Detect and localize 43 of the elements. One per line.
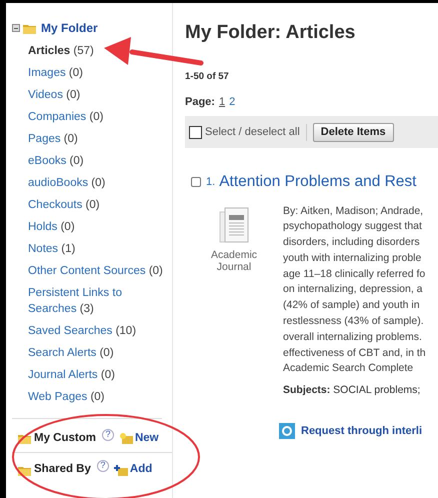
request-link[interactable]: Request through interli: [301, 423, 422, 440]
sidebar-item[interactable]: audioBooks (0): [28, 172, 168, 194]
sidebar-item[interactable]: Persistent Links to Searches (3): [28, 282, 168, 320]
section-label: Shared By: [34, 462, 91, 478]
sidebar-item[interactable]: Search Alerts (0): [28, 342, 168, 364]
result-count: 1-50 of 57: [185, 70, 230, 84]
interlibrary-icon: [279, 423, 295, 440]
sidebar-item[interactable]: Images (0): [28, 62, 168, 84]
sidebar-item[interactable]: Holds (0): [28, 216, 168, 238]
page-label: Page:: [185, 94, 215, 110]
page-link[interactable]: 2: [229, 94, 236, 110]
help-icon[interactable]: ?: [102, 428, 114, 440]
folder-icon: [23, 22, 36, 34]
document-icon: [219, 206, 249, 244]
page-title: My Folder: Articles: [185, 21, 356, 45]
document-type: Academic Journal: [210, 248, 258, 272]
delete-button[interactable]: Delete Items: [312, 122, 394, 142]
result-title-link[interactable]: Attention Problems and Rest: [219, 170, 416, 194]
sidebar-item[interactable]: Videos (0): [28, 84, 168, 106]
sidebar-item[interactable]: Notes (1): [28, 238, 168, 260]
page-link[interactable]: 1: [218, 94, 226, 110]
sidebar-item[interactable]: Articles (57): [28, 40, 168, 62]
add-folder-icon: [114, 464, 128, 476]
select-all-checkbox[interactable]: Select / deselect all: [189, 124, 307, 140]
collapse-toggle[interactable]: [12, 24, 20, 32]
sidebar-item[interactable]: Saved Searches (10): [28, 320, 168, 342]
section-label: My Custom: [34, 430, 96, 446]
sidebar-item[interactable]: Checkouts (0): [28, 194, 168, 216]
sidebar-item[interactable]: Journal Alerts (0): [28, 364, 168, 386]
sidebar-item[interactable]: Other Content Sources (0): [28, 260, 168, 282]
folder-link[interactable]: My Folder: [41, 19, 98, 37]
sidebar-item[interactable]: Web Pages (0): [28, 386, 168, 408]
subjects-text: Subjects: SOCIAL problems;: [283, 383, 422, 398]
sidebar-item[interactable]: Companies (0): [28, 106, 168, 128]
result-checkbox[interactable]: [191, 176, 201, 187]
result-number: 1.: [206, 174, 216, 190]
help-icon[interactable]: ?: [96, 460, 109, 472]
abstract-text: By: Aitken, Madison; Andrade, psychopathology suggest that disorders, including disorders youth with internalizing proble age 11–18 clinically referred fo on internalizing, depression, a (42% of sample) and youth in restlessness (43% of sample). overall internalizing problems. effectiveness of CBT and, in th Academic Search Complete: [283, 204, 426, 376]
sidebar-item[interactable]: eBooks (0): [28, 150, 168, 172]
sidebar-item[interactable]: Pages (0): [28, 128, 168, 150]
new-folder-icon: [118, 433, 133, 444]
add-link[interactable]: Add: [114, 461, 152, 479]
new-link[interactable]: New: [118, 430, 159, 448]
